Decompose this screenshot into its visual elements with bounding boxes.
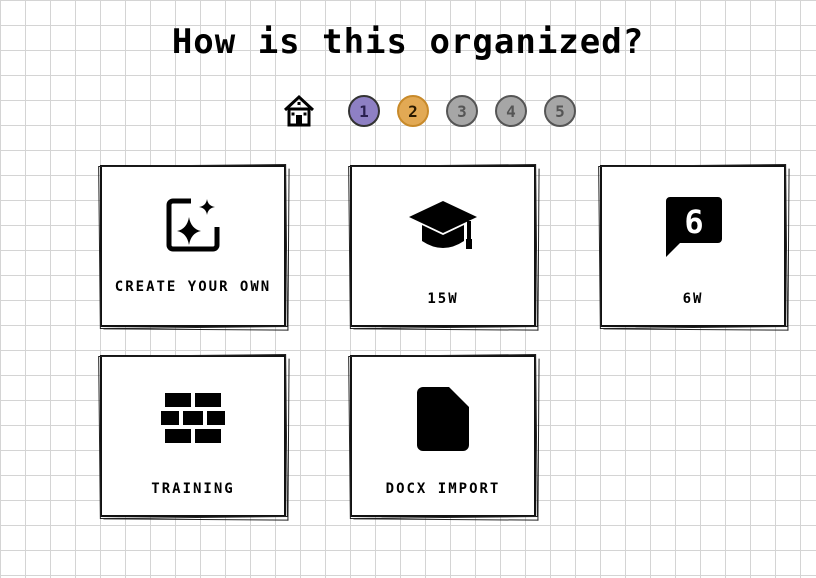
number-six-speech-bubble-icon: 6 [666, 197, 722, 257]
document-icon [417, 387, 469, 451]
create-your-own-card[interactable]: CREATE YOUR OWN [100, 165, 286, 327]
step-2-current[interactable]: 2 [397, 95, 429, 127]
card-label: 15W [427, 291, 459, 307]
6w-card[interactable]: 6 6W [600, 165, 786, 327]
card-label: CREATE YOUR OWN [114, 279, 272, 295]
step-4[interactable]: 4 [495, 95, 527, 127]
card-label: DOCX IMPORT [385, 481, 501, 497]
card-label: 6W [682, 291, 704, 307]
home-icon [283, 94, 315, 127]
page-title: How is this organized? [171, 22, 645, 62]
card-label: TRAINING [151, 481, 235, 497]
home-button[interactable] [280, 92, 318, 130]
step-3[interactable]: 3 [446, 95, 478, 127]
step-1[interactable]: 1 [348, 95, 380, 127]
training-card[interactable]: TRAINING [100, 355, 286, 517]
step-5[interactable]: 5 [544, 95, 576, 127]
15w-card[interactable]: 15W [350, 165, 536, 327]
graduation-cap-icon [409, 201, 477, 249]
brick-wall-icon [161, 393, 225, 443]
step-indicator: 1 2 3 4 5 [280, 93, 593, 129]
sparkle-image-icon [166, 198, 220, 252]
svg-text:6: 6 [684, 203, 703, 241]
docx-import-card[interactable]: DOCX IMPORT [350, 355, 536, 517]
